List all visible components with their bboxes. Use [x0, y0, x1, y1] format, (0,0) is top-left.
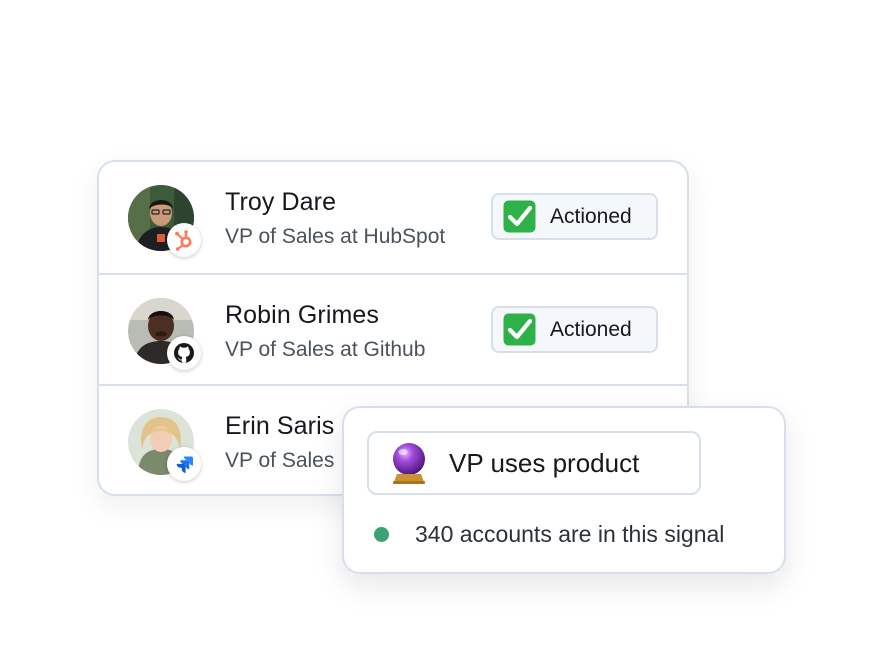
jira-icon: [167, 447, 201, 481]
person-row[interactable]: Troy Dare VP of Sales at HubSpot Actione…: [99, 162, 687, 273]
signal-label: VP uses product: [449, 447, 640, 478]
person-title: VP of Sales: [225, 449, 335, 472]
person-name: Erin Saris: [225, 412, 335, 440]
signal-tag[interactable]: VP uses product: [367, 431, 701, 495]
hubspot-icon: [167, 223, 201, 257]
stage: Troy Dare VP of Sales at HubSpot Actione…: [0, 0, 882, 670]
check-mark-icon: [503, 313, 536, 346]
signal-card: VP uses product 340 accounts are in this…: [342, 406, 786, 574]
person-name: Troy Dare: [225, 188, 337, 216]
status-badge[interactable]: Actioned: [491, 306, 658, 353]
status-label: Actioned: [550, 204, 632, 228]
signal-status: 340 accounts are in this signal: [374, 521, 724, 548]
github-icon: [167, 336, 201, 370]
status-dot: [374, 527, 389, 542]
status-label: Actioned: [550, 317, 632, 341]
person-title: VP of Sales at HubSpot: [225, 225, 446, 248]
signal-count: 340 accounts are in this signal: [415, 521, 725, 547]
person-title: VP of Sales at Github: [225, 338, 426, 361]
check-mark-icon: [503, 200, 536, 233]
crystal-ball-icon: [393, 443, 425, 484]
status-badge[interactable]: Actioned: [491, 193, 658, 240]
person-row[interactable]: Robin Grimes VP of Sales at Github Actio…: [99, 273, 687, 384]
person-name: Robin Grimes: [225, 301, 380, 329]
